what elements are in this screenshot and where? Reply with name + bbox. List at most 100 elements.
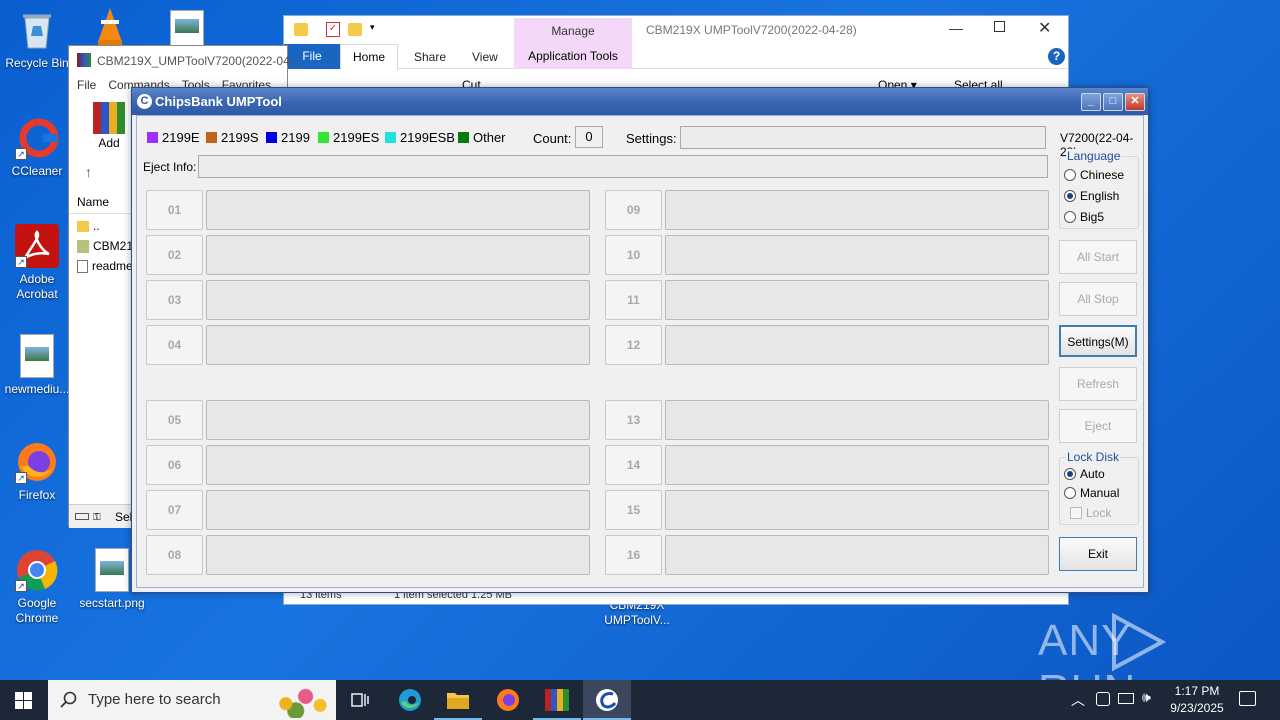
winrar-icon <box>545 689 569 711</box>
port-status-bar <box>665 235 1049 275</box>
firefox-icon <box>497 689 519 711</box>
tab-home[interactable]: Home <box>340 44 398 70</box>
vlc-icon[interactable] <box>92 6 128 46</box>
image-file-icon <box>20 334 54 378</box>
notifications-icon[interactable] <box>1239 691 1256 706</box>
port-number: 08 <box>146 535 203 575</box>
task-view-button[interactable] <box>336 680 384 720</box>
clock[interactable]: 1:17 PM 9/23/2025 <box>1164 683 1230 717</box>
radio-button[interactable] <box>1064 468 1076 480</box>
desktop-icon-label: Firefox <box>18 488 56 502</box>
desktop-icon-recycle-bin[interactable]: Recycle Bin <box>0 8 74 71</box>
lock-checkbox[interactable]: Lock <box>1070 506 1111 520</box>
tab-view[interactable]: View <box>472 50 498 64</box>
port-number: 16 <box>605 535 662 575</box>
eject-info-field <box>198 155 1048 178</box>
volume-icon[interactable]: 🕪 <box>1142 689 1151 706</box>
list-item[interactable]: readme <box>77 256 133 276</box>
dialog-body: 2199E 2199S 2199 2199ES 2199ESB Other Co… <box>136 115 1144 588</box>
window-title: CBM219X_UMPToolV7200(2022-04-... <box>97 54 304 68</box>
taskbar-winrar[interactable] <box>533 680 581 720</box>
shortcut-arrow-icon: ↗ <box>15 256 27 268</box>
taskbar: Type here to search ︿ 🕪 1:17 PM 9/23/202… <box>0 680 1280 720</box>
windows-logo-icon <box>15 692 32 709</box>
count-label: Count: <box>533 131 572 146</box>
radio-button[interactable] <box>1064 190 1076 202</box>
list-item[interactable]: CBM21 <box>77 236 133 256</box>
radio-manual[interactable]: Manual <box>1064 486 1119 500</box>
add-button[interactable]: Add <box>91 102 127 150</box>
legend-2199esb: 2199ESB <box>385 130 455 145</box>
image-file-icon <box>95 548 129 592</box>
winrar-icon <box>77 53 91 67</box>
radio-big5[interactable]: Big5 <box>1064 210 1104 224</box>
radio-auto[interactable]: Auto <box>1064 467 1105 481</box>
file-list: .. CBM21 readme <box>77 216 133 276</box>
radio-english[interactable]: English <box>1064 189 1119 203</box>
up-arrow-icon[interactable]: ↑ <box>85 164 92 180</box>
radio-chinese[interactable]: Chinese <box>1064 168 1124 182</box>
search-icon <box>60 691 77 708</box>
radio-button[interactable] <box>1064 169 1076 181</box>
help-icon[interactable]: ? <box>1048 48 1065 65</box>
desktop-icon-firefox[interactable]: ↗ Firefox <box>0 440 74 503</box>
tab-share[interactable]: Share <box>414 50 446 64</box>
desktop-icon-acrobat[interactable]: ↗ Adobe Acrobat <box>0 224 74 302</box>
chevron-up-icon[interactable]: ︿ <box>1071 690 1085 710</box>
legend-2199s: 2199S <box>206 130 259 145</box>
clock-date: 9/23/2025 <box>1170 701 1224 715</box>
eject-button[interactable]: Eject <box>1059 409 1137 443</box>
port-status-bar <box>206 235 590 275</box>
properties-icon[interactable]: ✓ <box>326 22 340 37</box>
dialog-title: ChipsBank UMPTool <box>155 94 282 109</box>
taskbar-search-box[interactable]: Type here to search <box>48 680 336 720</box>
folder-icon <box>294 23 308 36</box>
clock-time: 1:17 PM <box>1174 684 1220 698</box>
desktop-icon-newmedium[interactable]: newmediu... <box>0 334 74 397</box>
maximize-button[interactable] <box>994 21 1005 32</box>
folder-icon <box>77 220 89 232</box>
all-stop-button[interactable]: All Stop <box>1059 282 1137 316</box>
swatch <box>318 132 329 143</box>
network-icon[interactable] <box>1096 692 1110 706</box>
taskbar-umptool[interactable] <box>583 680 631 720</box>
swatch <box>206 132 217 143</box>
menu-file[interactable]: File <box>77 78 96 96</box>
minimize-button[interactable]: _ <box>1081 93 1101 111</box>
taskbar-file-explorer[interactable] <box>434 680 482 720</box>
firefox-icon: ↗ <box>15 440 59 484</box>
radio-button[interactable] <box>1064 211 1076 223</box>
minimize-button[interactable]: — <box>949 20 963 36</box>
tab-application-tools[interactable]: Application Tools <box>514 44 632 69</box>
count-value: 0 <box>575 126 603 148</box>
port-status-bar <box>206 490 590 530</box>
port-number: 09 <box>605 190 662 230</box>
swatch <box>458 132 469 143</box>
list-item[interactable]: .. <box>77 216 133 236</box>
taskbar-edge[interactable] <box>386 680 434 720</box>
close-button[interactable]: ✕ <box>1038 18 1051 38</box>
settings-button[interactable]: Settings(M) <box>1059 325 1137 357</box>
port-number: 03 <box>146 280 203 320</box>
maximize-button[interactable]: □ <box>1103 93 1123 111</box>
umptool-dialog[interactable]: C ChipsBank UMPTool _ □ ✕ 2199E 2199S 21… <box>131 87 1149 593</box>
taskbar-firefox[interactable] <box>484 680 532 720</box>
desktop-icon-chrome[interactable]: ↗ Google Chrome <box>0 548 74 626</box>
port-number: 12 <box>605 325 662 365</box>
image-file-icon[interactable] <box>170 10 204 46</box>
swatch <box>147 132 158 143</box>
desktop-icon-label: CCleaner <box>11 164 63 178</box>
close-button[interactable]: ✕ <box>1125 93 1145 111</box>
radio-button[interactable] <box>1064 487 1076 499</box>
start-button[interactable] <box>0 680 48 720</box>
checkbox[interactable] <box>1070 507 1082 519</box>
all-start-button[interactable]: All Start <box>1059 240 1137 274</box>
display-icon[interactable] <box>1118 693 1134 704</box>
exit-button[interactable]: Exit <box>1059 537 1137 571</box>
refresh-button[interactable]: Refresh <box>1059 367 1137 401</box>
chevron-down-icon[interactable]: ▾ <box>370 22 375 33</box>
text-file-icon <box>77 259 88 273</box>
desktop-icon-ccleaner[interactable]: ↗ CCleaner <box>0 116 74 179</box>
desktop-icon-label: newmediu... <box>4 382 70 396</box>
new-folder-icon[interactable] <box>348 23 362 36</box>
